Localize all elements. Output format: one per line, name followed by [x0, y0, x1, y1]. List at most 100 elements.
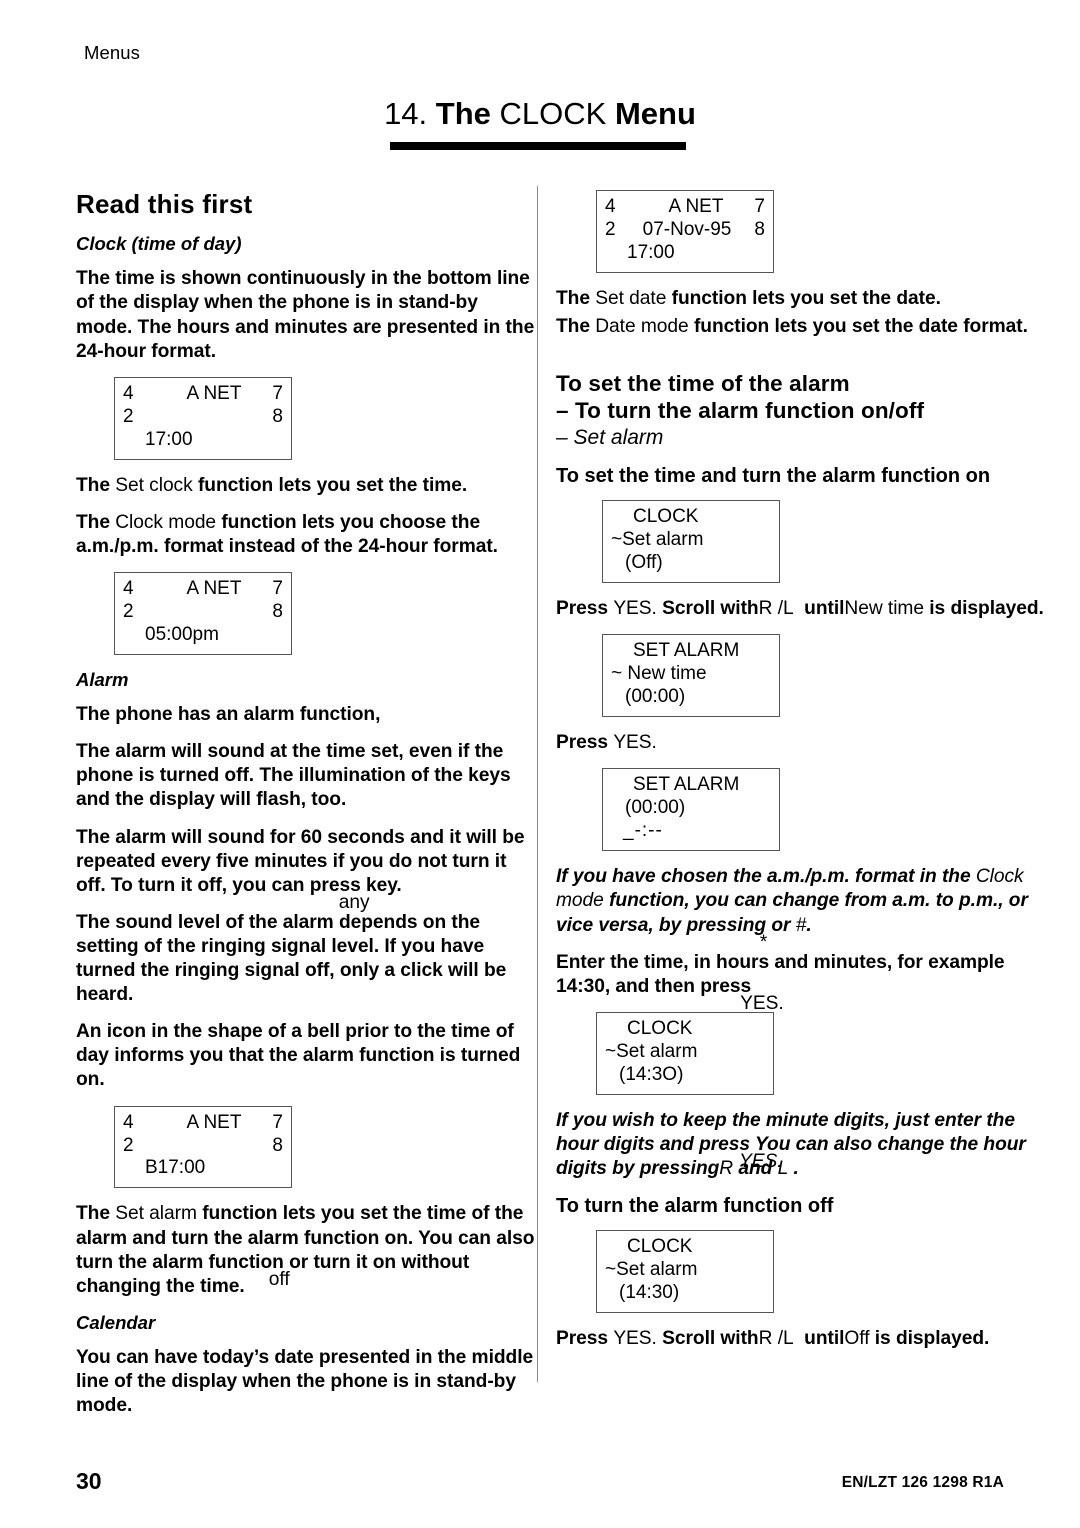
display-left-bottom: 2 — [605, 218, 616, 240]
note-keep-minute-digits: If you wish to keep the minute digits, j… — [556, 1109, 1026, 1179]
text-dash: – — [556, 426, 568, 450]
display-middle-line — [192, 406, 214, 429]
text-scroll-with: Scroll with — [662, 598, 759, 620]
phone-display-set-alarm-new-time: SET ALARM ~ New time (00:00) — [602, 634, 780, 718]
display-line-1: SET ALARM — [633, 640, 740, 662]
phone-display-set-alarm-entry: SET ALARM (00:00) _-:-- — [602, 768, 780, 852]
display-line-3-cursor: _-:-- — [623, 820, 663, 842]
key-left-arrow-icon: L — [782, 598, 794, 620]
display-line-1: SET ALARM — [633, 774, 740, 796]
text-until: until — [804, 1327, 845, 1349]
display-bottom-line: 17:00 — [145, 428, 193, 450]
paragraph-alarm-1: The phone has an alarm function, — [76, 704, 381, 726]
display-line-1: CLOCK — [633, 506, 699, 528]
running-head: Menus — [84, 42, 141, 63]
display-network-name: A NET — [186, 382, 242, 404]
subheading-alarm: Alarm — [76, 668, 129, 690]
display-right-bottom: 8 — [272, 405, 283, 427]
paragraph-date-mode: The Date mode function lets you set the … — [556, 315, 1056, 339]
text-the: The — [556, 316, 590, 338]
note-ampm-format: If you have chosen the a.m./p.m. format … — [556, 866, 1028, 953]
subheading-clock: Clock (time of day) — [76, 233, 242, 255]
paragraph-alarm-4: The sound level of the alarm depends on … — [76, 911, 507, 1006]
display-bottom-line: 17:00 — [627, 241, 675, 263]
paragraph-alarm-5: An icon in the shape of a bell prior to … — [76, 1021, 521, 1091]
paragraph-enter-time: Enter the time, in hours and minutes, fo… — [556, 951, 1005, 1014]
chapter-title-menu-word: Menu — [614, 96, 696, 131]
ui-string-off: Off — [844, 1327, 870, 1349]
display-line-3: (Off) — [625, 552, 663, 574]
display-middle-line — [192, 601, 214, 624]
chapter-number: 14. — [384, 96, 428, 131]
left-column: Read this first Clock (time of day) The … — [76, 189, 538, 1431]
phone-display-standby-with-date: 4 A NET 7 2 07-Nov-95 8 17:00 — [596, 190, 774, 273]
text-enter-time: Enter the time, in hours and minutes, fo… — [556, 951, 1005, 997]
display-line-3: (00:00) — [625, 686, 686, 708]
phone-display-standby-ampm: 4 A NET 7 2 8 05:00pm — [114, 571, 292, 655]
right-column: 4 A NET 7 2 07-Nov-95 8 17:00 The Set da… — [556, 190, 1056, 1364]
display-line-2: ~Set alarm — [605, 1040, 698, 1062]
page-title: 14. The CLOCK Menu — [0, 96, 1080, 131]
display-network-name: A NET — [186, 577, 242, 599]
note-ampm-part-a: If you have chosen the a.m./p.m. format … — [556, 866, 971, 888]
text-press: Press — [556, 598, 609, 620]
text-press: Press — [556, 732, 609, 754]
paragraph-press-yes: Press YES. — [556, 731, 1056, 755]
display-middle-line — [192, 1135, 214, 1158]
text-the: The — [76, 1203, 110, 1225]
subheading-set-time-turn-on: To set the time and turn the alarm funct… — [556, 465, 991, 488]
display-network-name: A NET — [668, 196, 724, 217]
manual-page: Menus 14. The CLOCK Menu Read this first… — [0, 0, 1080, 1528]
display-bottom-line-bell-icon-time: B17:00 — [145, 1157, 206, 1179]
ui-string-clock-mode: Clock mode — [115, 511, 217, 533]
key-left-arrow-icon: L — [782, 1327, 794, 1349]
display-line-2: (00:00) — [625, 797, 686, 819]
section-heading-set-alarm-time: To set the time of the alarm — [556, 371, 850, 397]
text-set-date-rest: function lets you set the date. — [671, 287, 941, 309]
text-press: Press — [556, 1327, 609, 1349]
note-ampm-part-b: function, you can change from a.m. to p.… — [556, 890, 1028, 936]
phone-display-clock-set-alarm-1430: CLOCK ~Set alarm (14:30) — [596, 1230, 774, 1313]
section-heading-set-alarm-literal: – Set alarm — [556, 426, 1056, 450]
display-left-top: 4 — [123, 382, 134, 404]
ui-string-new-time: New time — [844, 598, 924, 620]
display-left-top: 4 — [605, 196, 616, 217]
subheading-turn-alarm-off: To turn the alarm function off — [556, 1195, 834, 1218]
text-the: The — [556, 287, 590, 309]
display-left-top: 4 — [123, 1111, 134, 1133]
display-line-1: CLOCK — [627, 1236, 693, 1258]
ui-string-date-mode: Date mode — [595, 316, 689, 338]
paragraph-press-yes-scroll-off: Press YES. Scroll withR /L untilOff is d… — [556, 1327, 1056, 1351]
paragraph-set-date: The Set date function lets you set the d… — [556, 287, 1056, 311]
display-bottom-line: 05:00pm — [145, 623, 219, 645]
key-label-yes: YES. — [613, 598, 657, 620]
phone-display-clock-set-alarm-1430-entered: CLOCK ~Set alarm (14:3O) — [596, 1011, 774, 1095]
display-left-bottom: 2 — [123, 600, 134, 622]
phone-display-clock-set-alarm-off: CLOCK ~Set alarm (Off) — [602, 500, 780, 584]
paragraph-press-yes-scroll-new-time: Press YES. Scroll withR /L untilNew time… — [556, 597, 1056, 621]
paragraph-alarm-3: The alarm will sound for 60 seconds and … — [76, 826, 525, 913]
paragraph-clock-mode: The Clock mode function lets you choose … — [76, 511, 538, 559]
display-right-bottom: 8 — [754, 218, 765, 240]
text-alarm-3-start: The alarm will sound for 60 seconds and … — [76, 826, 525, 896]
display-left-bottom: 2 — [123, 405, 134, 427]
display-right-top: 7 — [272, 382, 283, 404]
display-line-1: CLOCK — [627, 1017, 693, 1039]
display-left-top: 4 — [123, 577, 134, 599]
ui-string-set-date: Set date — [595, 287, 667, 309]
display-right-top: 7 — [272, 577, 283, 599]
text-is-displayed: is displayed. — [929, 598, 1044, 620]
display-line-2: ~Set alarm — [611, 529, 704, 551]
text-scroll-with: Scroll with — [662, 1327, 759, 1349]
subheading-calendar: Calendar — [76, 1311, 156, 1333]
display-line-2: ~ New time — [611, 663, 707, 685]
text-period: . — [793, 1157, 799, 1179]
display-right-top: 7 — [272, 1111, 283, 1133]
phone-display-standby-24h: 4 A NET 7 2 8 17:00 — [114, 376, 292, 460]
chapter-title-menu-name: CLOCK — [499, 96, 607, 131]
document-id: EN/LZT 126 1298 R1A — [841, 1474, 1004, 1491]
text-date-mode-rest: function lets you set the date format. — [693, 316, 1028, 338]
ui-string-set-alarm: Set alarm — [115, 1203, 197, 1225]
text-alarm-3-end: key. — [365, 874, 402, 896]
